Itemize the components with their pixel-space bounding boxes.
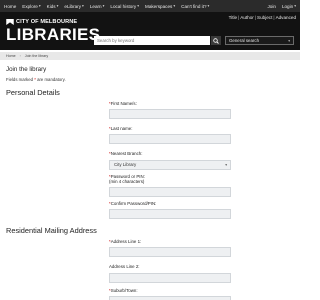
- chevron-down-icon: ▾: [294, 4, 296, 8]
- search-scope-select[interactable]: General search ▾: [225, 36, 294, 45]
- search-button[interactable]: [211, 36, 221, 45]
- suburb-town-field: *Suburb/Town:: [109, 288, 231, 300]
- nav-elibrary[interactable]: eLibrary ▾: [64, 4, 83, 9]
- password-field: *Password or PIN: (min 4 characters): [109, 173, 231, 198]
- link-separator: |: [238, 15, 240, 20]
- address-line-2-label: Address Line 2:: [109, 264, 140, 270]
- last-name-input[interactable]: [109, 134, 231, 145]
- address-line-1-label-text: Address Line 1:: [110, 239, 142, 245]
- address-line-1-label: *Address Line 1:: [109, 239, 231, 244]
- confirm-password-label-text: Confirm Password/PIN:: [110, 201, 157, 207]
- logo-libraries-text: LIBRARIES: [6, 25, 101, 44]
- password-label-text: Password or PIN:: [110, 173, 145, 179]
- first-name-input[interactable]: [109, 109, 231, 120]
- nav-learn[interactable]: Learn ▾: [90, 4, 105, 9]
- nearest-branch-field: *Nearest Branch: City Library ▾: [109, 151, 231, 170]
- link-subject[interactable]: Subject: [257, 15, 272, 20]
- address-line-2-field: Address Line 2:: [109, 264, 231, 283]
- password-input[interactable]: [109, 187, 231, 198]
- confirm-password-field: *Confirm Password/PIN:: [109, 201, 231, 220]
- nearest-branch-label: *Nearest Branch:: [109, 151, 231, 156]
- search-type-links: Title | Author | Subject | Advanced: [229, 15, 296, 20]
- suburb-town-label-text: Suburb/Town:: [110, 287, 138, 293]
- breadcrumb-separator: ›: [19, 54, 21, 58]
- last-name-label-text: Last name:: [110, 126, 133, 132]
- personal-details-heading: Personal Details: [6, 88, 60, 97]
- last-name-label: *Last name:: [109, 126, 231, 131]
- chevron-down-icon: ▾: [56, 4, 59, 8]
- search-bar: General search ▾: [94, 36, 294, 45]
- confirm-password-label: *Confirm Password/PIN:: [109, 201, 231, 206]
- nav-home[interactable]: Home: [4, 4, 16, 9]
- main-content: Join the library Fields marked * are man…: [0, 66, 300, 300]
- nav-explore-label: Explore: [22, 3, 38, 9]
- nav-elibrary-label: eLibrary: [64, 3, 82, 9]
- suburb-town-input[interactable]: [109, 295, 231, 300]
- password-hint: (min 4 characters): [109, 178, 145, 184]
- chevron-down-icon: ▾: [38, 4, 41, 8]
- site-header: CITY OF MELBOURNE LIBRARIES Title | Auth…: [0, 12, 300, 50]
- nav-join-label: Join: [267, 3, 276, 9]
- link-separator: |: [273, 15, 275, 20]
- address-line-1-field: *Address Line 1:: [109, 239, 231, 258]
- chevron-down-icon: ▾: [102, 4, 105, 8]
- header-tools: Title | Author | Subject | Advanced Gene…: [94, 14, 296, 48]
- first-name-field: *First Name/s:: [109, 101, 231, 120]
- chevron-down-icon: ▾: [82, 4, 84, 8]
- nav-cant-find-it-label: Can't find it?: [181, 3, 207, 9]
- nav-local-history-label: Local history: [110, 3, 137, 9]
- nav-home-label: Home: [4, 3, 17, 9]
- page-title: Join the library: [6, 66, 47, 73]
- breadcrumb-home[interactable]: Home: [6, 54, 16, 58]
- chevron-down-icon: ▾: [225, 162, 227, 167]
- nav-kids-label: Kids: [46, 3, 56, 9]
- mandatory-note: Fields marked * are mandatory.: [6, 77, 294, 82]
- residential-mailing-address-heading: Residential Mailing Address: [6, 226, 97, 236]
- nearest-branch-label-text: Nearest Branch:: [110, 151, 143, 157]
- nav-local-history[interactable]: Local history ▾: [110, 4, 139, 9]
- link-separator: |: [254, 15, 257, 20]
- breadcrumb-current: Join the library: [24, 54, 49, 58]
- nav-login[interactable]: Login ▾: [282, 4, 296, 9]
- first-name-label: *First Name/s:: [109, 101, 231, 106]
- nav-makerspaces[interactable]: Makerspaces ▾: [145, 4, 175, 9]
- suburb-town-label: *Suburb/Town:: [109, 288, 231, 293]
- confirm-password-input[interactable]: [109, 209, 231, 220]
- nav-login-label: Login: [281, 3, 294, 9]
- nearest-branch-select[interactable]: City Library ▾: [109, 159, 231, 170]
- top-navigation: Home Explore ▾ Kids ▾ eLibrary ▾ Learn ▾ Loc…: [0, 0, 300, 12]
- link-title[interactable]: Title: [229, 15, 238, 20]
- link-author[interactable]: Author: [240, 15, 254, 20]
- link-advanced[interactable]: Advanced: [276, 15, 296, 20]
- mandatory-suffix: are mandatory.: [35, 77, 66, 82]
- chevron-down-icon: ▾: [288, 39, 290, 43]
- nav-makerspaces-label: Makerspaces: [145, 3, 173, 9]
- mandatory-prefix: Fields marked: [6, 77, 35, 82]
- top-nav-left: Home Explore ▾ Kids ▾ eLibrary ▾ Learn ▾ Loc…: [4, 4, 209, 9]
- address-line-2-input[interactable]: [109, 272, 231, 283]
- nav-cant-find-it[interactable]: Can't find it? ▾: [181, 4, 209, 9]
- nav-kids[interactable]: Kids ▾: [47, 4, 59, 9]
- breadcrumb: Home › Join the library: [0, 52, 300, 60]
- chevron-down-icon: ▾: [173, 4, 176, 8]
- first-name-label-text: First Name/s:: [110, 101, 137, 106]
- search-input[interactable]: [94, 36, 210, 45]
- site-logo[interactable]: CITY OF MELBOURNE LIBRARIES: [6, 19, 100, 43]
- last-name-field: *Last name:: [109, 126, 231, 145]
- nav-join[interactable]: Join: [268, 4, 276, 9]
- search-scope-value: General search: [229, 38, 260, 43]
- nav-explore[interactable]: Explore ▾: [22, 4, 40, 9]
- nav-learn-label: Learn: [89, 3, 102, 9]
- chevron-down-icon: ▾: [207, 4, 210, 8]
- chevron-down-icon: ▾: [137, 4, 139, 8]
- nearest-branch-value: City Library: [114, 161, 137, 167]
- search-icon: [213, 37, 219, 44]
- address-line-1-input[interactable]: [109, 247, 231, 258]
- top-nav-right: Join Login ▾: [268, 4, 297, 9]
